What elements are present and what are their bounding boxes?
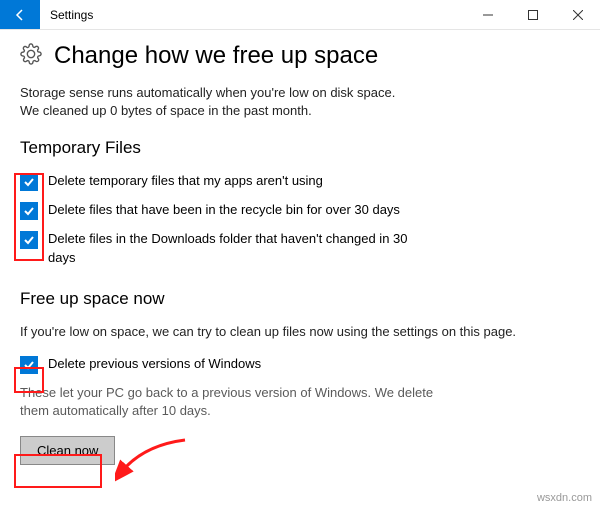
checkmark-icon bbox=[22, 175, 36, 189]
minimize-button[interactable] bbox=[465, 0, 510, 29]
checkbox-downloads[interactable] bbox=[20, 231, 38, 249]
checkmark-icon bbox=[22, 204, 36, 218]
page-header: Change how we free up space bbox=[20, 42, 580, 70]
desc-line-2: We cleaned up 0 bytes of space in the pa… bbox=[20, 103, 312, 118]
free-up-description: If you're low on space, we can try to cl… bbox=[20, 323, 580, 341]
prev-windows-subtext: These let your PC go back to a previous … bbox=[20, 384, 440, 420]
back-arrow-icon bbox=[12, 7, 28, 23]
close-icon bbox=[573, 10, 583, 20]
maximize-icon bbox=[528, 10, 538, 20]
desc-line-1: Storage sense runs automatically when yo… bbox=[20, 85, 395, 100]
option-delete-recycle-bin: Delete files that have been in the recyc… bbox=[20, 201, 580, 220]
checkbox-recycle-bin[interactable] bbox=[20, 202, 38, 220]
titlebar: Settings bbox=[0, 0, 600, 30]
page-description: Storage sense runs automatically when yo… bbox=[20, 84, 580, 120]
checkmark-icon bbox=[22, 358, 36, 372]
section-title-free-up: Free up space now bbox=[20, 289, 580, 309]
gear-icon bbox=[20, 43, 42, 70]
section-title-temp-files: Temporary Files bbox=[20, 138, 580, 158]
close-button[interactable] bbox=[555, 0, 600, 29]
minimize-icon bbox=[483, 10, 493, 20]
clean-now-button[interactable]: Clean now bbox=[20, 436, 115, 465]
label-recycle-bin: Delete files that have been in the recyc… bbox=[48, 201, 400, 219]
label-prev-windows: Delete previous versions of Windows bbox=[48, 355, 261, 373]
back-button[interactable] bbox=[0, 0, 40, 29]
section-free-up-space: Free up space now If you're low on space… bbox=[20, 289, 580, 466]
watermark: wsxdn.com bbox=[537, 492, 592, 504]
window-controls bbox=[465, 0, 600, 29]
maximize-button[interactable] bbox=[510, 0, 555, 29]
checkbox-temp-files[interactable] bbox=[20, 173, 38, 191]
label-temp-files: Delete temporary files that my apps aren… bbox=[48, 172, 323, 190]
page-content: Change how we free up space Storage sens… bbox=[0, 30, 600, 485]
checkmark-icon bbox=[22, 233, 36, 247]
window-title: Settings bbox=[40, 0, 465, 29]
checkbox-prev-windows[interactable] bbox=[20, 356, 38, 374]
option-delete-downloads: Delete files in the Downloads folder tha… bbox=[20, 230, 580, 266]
option-delete-temp-files: Delete temporary files that my apps aren… bbox=[20, 172, 580, 191]
option-delete-prev-windows: Delete previous versions of Windows bbox=[20, 355, 580, 374]
label-downloads: Delete files in the Downloads folder tha… bbox=[48, 230, 428, 266]
page-title: Change how we free up space bbox=[54, 42, 378, 70]
